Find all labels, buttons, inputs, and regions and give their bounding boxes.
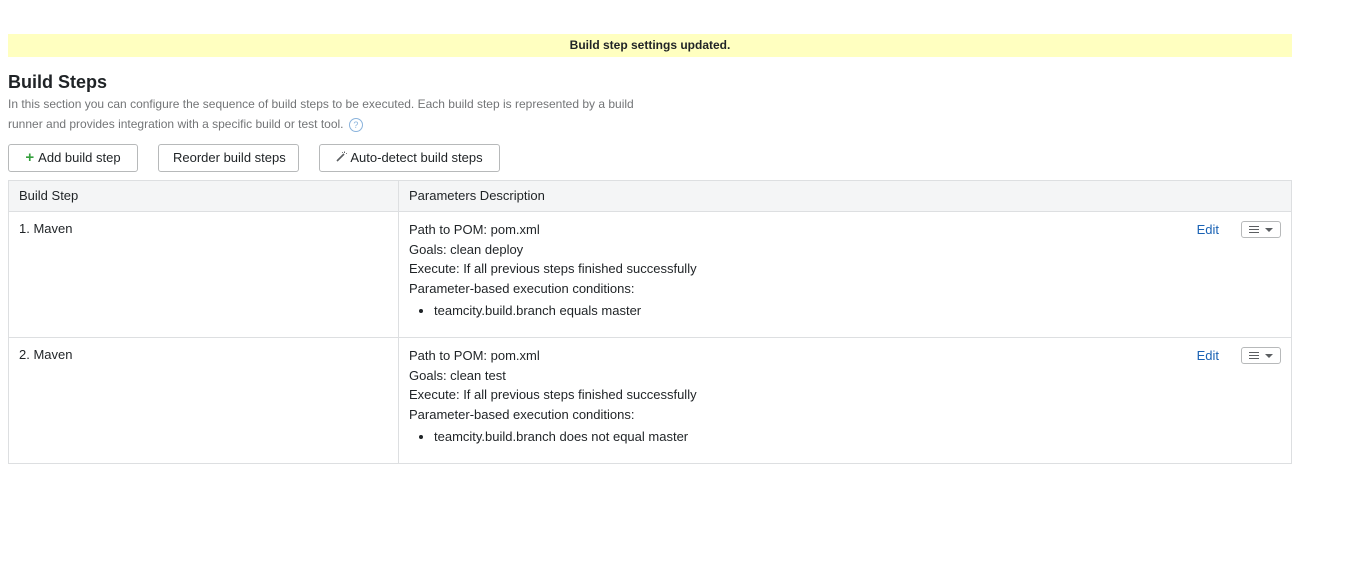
magic-wand-icon [336,151,348,165]
table-row[interactable]: 2. Maven Path to POM: pom.xml Goals: cle… [8,337,1292,464]
conditions-label: Parameter-based execution conditions: [409,406,635,422]
params-cell: Path to POM: pom.xml Goals: clean test E… [398,337,1292,464]
chevron-down-icon [1265,353,1273,358]
condition-item: teamcity.build.branch equals master [434,301,1281,321]
section-description: In this section you can configure the se… [8,94,638,134]
conditions-list: teamcity.build.branch equals master [409,301,1281,321]
row-actions: Edit [1197,220,1281,239]
condition-item: teamcity.build.branch does not equal mas… [434,427,1281,447]
add-build-step-label: Add build step [38,150,121,165]
plus-icon: + [25,149,35,166]
execute-policy: Execute: If all previous steps finished … [409,261,697,276]
step-cell: 2. Maven [8,337,399,464]
page-title: Build Steps [8,72,108,92]
params-description: Path to POM: pom.xml Goals: clean test E… [409,346,1281,447]
conditions-list: teamcity.build.branch does not equal mas… [409,427,1281,447]
execute-policy: Execute: If all previous steps finished … [409,387,697,402]
add-build-step-button[interactable]: + Add build step [8,144,138,172]
edit-link[interactable]: Edit [1197,220,1219,239]
build-steps-table: Build Step Parameters Description 1. Mav… [8,180,1292,464]
description-text: In this section you can configure the se… [8,97,634,131]
row-actions: Edit [1197,346,1281,365]
settings-updated-notice: Build step settings updated. [8,34,1292,57]
help-icon[interactable]: ? [348,117,363,132]
params-cell: Path to POM: pom.xml Goals: clean deploy… [398,211,1292,338]
goals: Goals: clean test [409,367,506,383]
column-header-build-step: Build Step [8,180,399,212]
table-row[interactable]: 1. Maven Path to POM: pom.xml Goals: cle… [8,211,1292,338]
goals: Goals: clean deploy [409,241,524,257]
list-icon [1249,352,1259,359]
conditions-label: Parameter-based execution conditions: [409,280,635,296]
chevron-down-icon [1265,227,1273,232]
list-icon [1249,226,1259,233]
actions-menu-button[interactable] [1241,221,1281,238]
params-description: Path to POM: pom.xml Goals: clean deploy… [409,220,1281,321]
edit-link[interactable]: Edit [1197,346,1219,365]
table-header-row: Build Step Parameters Description [8,180,1292,212]
step-name[interactable]: 1. Maven [19,220,388,238]
pom-path: Path to POM: pom.xml [409,348,540,363]
auto-detect-label: Auto-detect build steps [350,150,483,165]
step-cell: 1. Maven [8,211,399,338]
auto-detect-build-steps-button[interactable]: Auto-detect build steps [319,144,500,172]
column-header-parameters: Parameters Description [398,180,1292,212]
pom-path: Path to POM: pom.xml [409,222,540,237]
actions-menu-button[interactable] [1241,347,1281,364]
reorder-build-steps-button[interactable]: Reorder build steps [158,144,299,172]
step-name[interactable]: 2. Maven [19,346,388,364]
